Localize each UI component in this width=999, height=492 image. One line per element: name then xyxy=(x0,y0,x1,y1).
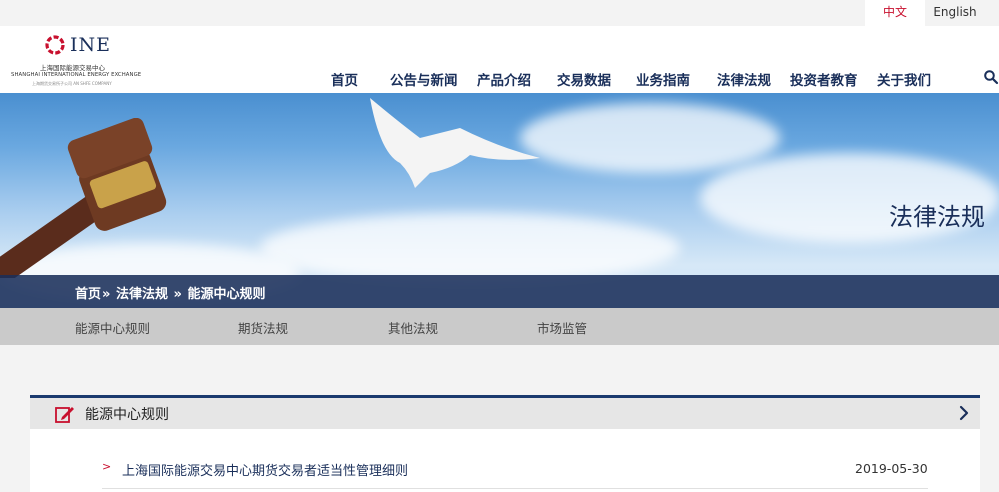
breadcrumb-separator: » xyxy=(173,287,182,302)
nav-about-us[interactable]: 关于我们 xyxy=(877,69,931,89)
logo-short-name: INE xyxy=(70,34,111,56)
sub-nav: 能源中心规则 期货法规 其他法规 市场监管 xyxy=(0,308,999,345)
edit-document-icon xyxy=(55,407,74,423)
nav-products[interactable]: 产品介绍 xyxy=(477,69,531,89)
breadcrumb-home[interactable]: 首页 xyxy=(75,287,101,302)
nav-trading-data[interactable]: 交易数据 xyxy=(557,69,611,89)
subnav-other-regulations[interactable]: 其他法规 xyxy=(388,318,438,337)
logo-ring-icon xyxy=(45,35,65,55)
gavel-illustration xyxy=(0,118,167,278)
panel-title: 能源中心规则 xyxy=(85,407,169,423)
breadcrumb: 首页» 法律法规 » 能源中心规则 xyxy=(75,283,265,302)
logo-chinese-name: 上海国际能源交易中心 xyxy=(40,64,105,72)
nav-investor-education[interactable]: 投资者教育 xyxy=(790,69,858,89)
breadcrumb-bar: 首页» 法律法规 » 能源中心规则 xyxy=(0,275,999,308)
hero-banner: 法律法规 首页» 法律法规 » 能源中心规则 xyxy=(0,93,999,308)
list-item-date: 2019-05-30 xyxy=(855,461,928,476)
logo-english-name: SHANGHAI INTERNATIONAL ENERGY EXCHANGE xyxy=(11,72,142,78)
nav-announcements-news[interactable]: 公告与新闻 xyxy=(390,69,458,89)
list-divider xyxy=(102,488,928,489)
subnav-energy-center-rules[interactable]: 能源中心规则 xyxy=(75,318,150,337)
banner-title: 法律法规 xyxy=(889,203,985,231)
nav-business-guide[interactable]: 业务指南 xyxy=(636,69,690,89)
panel-list: > 上海国际能源交易中心期货交易者适当性管理细则 2019-05-30 xyxy=(30,429,980,492)
logo-subtitle: 上海期货交易所子公司 AN SHFE COMPANY xyxy=(32,81,112,86)
nav-laws-regulations[interactable]: 法律法规 xyxy=(717,69,771,89)
dove-illustration xyxy=(370,98,540,188)
breadcrumb-current: 能源中心规则 xyxy=(187,287,266,302)
language-bar: 中文 English xyxy=(0,0,999,26)
nav-home[interactable]: 首页 xyxy=(331,69,358,89)
subnav-futures-regulations[interactable]: 期货法规 xyxy=(238,318,288,337)
panel-header: 能源中心规则 xyxy=(30,398,980,429)
site-header: INE 上海国际能源交易中心 SHANGHAI INTERNATIONAL EN… xyxy=(0,26,999,93)
breadcrumb-section[interactable]: 法律法规 xyxy=(116,287,168,302)
list-item-title[interactable]: 上海国际能源交易中心期货交易者适当性管理细则 xyxy=(122,460,408,479)
search-icon[interactable] xyxy=(983,69,999,85)
list-item-bullet: > xyxy=(102,460,112,473)
ine-logo[interactable]: INE 上海国际能源交易中心 SHANGHAI INTERNATIONAL EN… xyxy=(10,32,150,88)
chevron-right-icon[interactable] xyxy=(958,405,970,421)
lang-english[interactable]: English xyxy=(925,0,985,26)
breadcrumb-separator: » xyxy=(102,287,111,302)
lang-chinese[interactable]: 中文 xyxy=(865,0,925,26)
subnav-market-supervision[interactable]: 市场监管 xyxy=(537,318,587,337)
